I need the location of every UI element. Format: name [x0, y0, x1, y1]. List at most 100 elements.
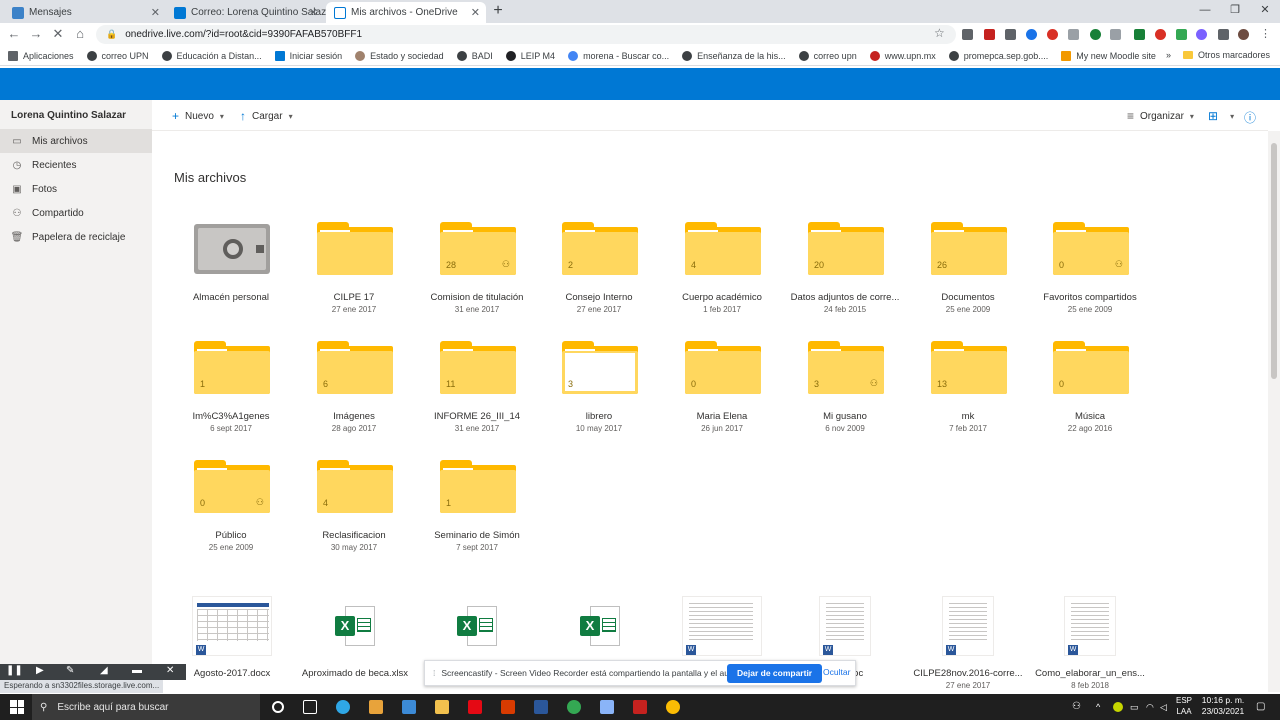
wifi-icon[interactable]: ◠: [1146, 700, 1160, 714]
puzzle-icon[interactable]: [1218, 29, 1229, 40]
chevron-up-icon[interactable]: ^: [1096, 700, 1110, 714]
bookmark-item[interactable]: correo UPN: [86, 50, 149, 61]
extension-icon[interactable]: [1005, 29, 1016, 40]
bookmark-item[interactable]: Estado y sociedad: [355, 50, 444, 61]
more-bookmarks-icon[interactable]: »: [1166, 50, 1171, 60]
stop-loading-icon[interactable]: ✕: [50, 26, 66, 42]
close-icon[interactable]: ✕: [166, 665, 174, 676]
extension-icon[interactable]: [1134, 29, 1145, 40]
upload-button[interactable]: ↑ Cargar ▾: [240, 109, 293, 123]
bookmark-item[interactable]: My new Moodle site: [1061, 50, 1156, 61]
extension-icon[interactable]: [1110, 29, 1121, 40]
bookmark-item[interactable]: correo upn: [798, 50, 857, 61]
bookmark-item[interactable]: Iniciar sesión: [274, 50, 342, 61]
other-bookmarks[interactable]: » Otros marcadores: [1166, 50, 1270, 60]
pause-icon[interactable]: ❚❚: [6, 665, 23, 676]
people-icon[interactable]: ⚇: [1072, 700, 1086, 714]
office-icon[interactable]: [501, 700, 515, 714]
view-switch-button[interactable]: ⊞ ▾: [1208, 109, 1234, 123]
back-icon[interactable]: ←: [6, 26, 22, 42]
camera-icon[interactable]: ▬: [132, 665, 142, 676]
notifications-icon[interactable]: ▢: [1256, 700, 1270, 714]
extension-icon[interactable]: [984, 29, 995, 40]
forward-icon[interactable]: →: [28, 26, 44, 42]
tab-mensajes[interactable]: Mensajes ✕: [4, 2, 166, 23]
file-thumbnail[interactable]: W: [682, 596, 762, 660]
bookmark-item[interactable]: morena - Buscar co...: [568, 50, 669, 61]
windows-start-icon[interactable]: [10, 700, 24, 714]
menu-icon[interactable]: ⋮: [1260, 29, 1271, 40]
outlook-favicon-icon: [174, 6, 186, 19]
extension-icon[interactable]: [1068, 29, 1079, 40]
acrobat-icon[interactable]: [633, 700, 647, 714]
close-icon[interactable]: ✕: [151, 6, 160, 19]
sidebar-item-compartido[interactable]: ⚇ Compartido: [0, 201, 152, 225]
window-close-button[interactable]: ✕: [1250, 0, 1280, 20]
volume-icon[interactable]: ◁: [1160, 700, 1174, 714]
tab-correo[interactable]: Correo: Lorena Quintino Salazar ✕: [166, 2, 335, 23]
play-icon[interactable]: ▶: [36, 665, 44, 676]
sort-button[interactable]: ≡ Organizar ▾: [1127, 109, 1194, 123]
bookmark-star-icon[interactable]: ☆: [934, 26, 945, 40]
cortana-icon[interactable]: [272, 701, 284, 713]
bookmark-item[interactable]: LEIP M4: [505, 50, 555, 61]
bookmark-item[interactable]: Enseñanza de la his...: [682, 50, 786, 61]
pen-icon[interactable]: ✎: [66, 665, 74, 676]
tab-onedrive[interactable]: Mis archivos - OneDrive ✕: [326, 2, 486, 23]
extension-icon[interactable]: [1090, 29, 1101, 40]
file-thumbnail[interactable]: W: [1050, 596, 1130, 660]
sidebar-item-recientes[interactable]: ◷ Recientes: [0, 153, 152, 177]
hide-button[interactable]: Ocultar: [823, 667, 850, 677]
drag-handle-icon[interactable]: ⁞: [433, 668, 435, 678]
battery-icon[interactable]: ▭: [1130, 700, 1144, 714]
adblock-icon[interactable]: [1047, 29, 1058, 40]
sidebar-item-fotos[interactable]: ▣ Fotos: [0, 177, 152, 201]
bookmark-item[interactable]: Aplicaciones: [8, 50, 74, 61]
app-icon[interactable]: [600, 700, 614, 714]
bookmark-item[interactable]: www.upn.mx: [869, 50, 936, 61]
file-thumbnail[interactable]: W: [192, 596, 272, 660]
close-icon[interactable]: ✕: [471, 6, 480, 19]
file-thumbnail[interactable]: X: [437, 596, 517, 660]
bookmark-item[interactable]: BADI: [456, 50, 493, 61]
extension-icon[interactable]: [1026, 29, 1037, 40]
word-icon[interactable]: [534, 700, 548, 714]
edge-icon[interactable]: [336, 700, 350, 714]
stop-sharing-button[interactable]: Dejar de compartir: [727, 664, 823, 683]
bookmark-item[interactable]: promepca.sep.gob....: [948, 50, 1048, 61]
scrollbar-thumb[interactable]: [1271, 143, 1277, 379]
file-thumbnail[interactable]: W: [805, 596, 885, 660]
mail-icon[interactable]: [402, 700, 416, 714]
extension-icon[interactable]: [1155, 29, 1166, 40]
extension-icon[interactable]: [1196, 29, 1207, 40]
restore-button[interactable]: ❐: [1220, 0, 1250, 20]
sidebar-item-mis-archivos[interactable]: ▭ Mis archivos: [0, 129, 152, 153]
store-icon[interactable]: [369, 700, 383, 714]
minimize-button[interactable]: —: [1190, 0, 1220, 20]
new-tab-button[interactable]: +: [488, 2, 508, 22]
task-view-icon[interactable]: [303, 700, 317, 714]
tray-icon[interactable]: [1113, 702, 1123, 712]
clock[interactable]: 10:16 p. m. 23/03/2021: [1200, 695, 1246, 717]
file-thumbnail[interactable]: X: [315, 596, 395, 660]
info-button[interactable]: ⓘ: [1244, 109, 1262, 126]
taskbar-search[interactable]: ⚲ Escribe aquí para buscar: [32, 694, 260, 720]
extension-icon[interactable]: [1176, 29, 1187, 40]
home-icon[interactable]: ⌂: [72, 26, 88, 42]
file-thumbnail[interactable]: W: [928, 596, 1008, 660]
close-icon[interactable]: ✕: [309, 6, 318, 19]
new-button[interactable]: + Nuevo ▾: [172, 109, 224, 123]
bookmark-item[interactable]: Educación a Distan...: [161, 50, 262, 61]
address-bar[interactable]: 🔒 onedrive.live.com/?id=root&cid=9390FAF…: [96, 25, 956, 44]
chrome-icon[interactable]: [567, 700, 581, 714]
file-thumbnail[interactable]: X: [560, 596, 640, 660]
extension-icon[interactable]: [962, 29, 973, 40]
chrome-icon[interactable]: [666, 700, 680, 714]
netflix-icon[interactable]: [468, 700, 482, 714]
language-indicator[interactable]: ESP LAA: [1176, 695, 1192, 717]
eraser-icon[interactable]: ◢: [100, 665, 108, 676]
sidebar-item-papelera[interactable]: 🗑 Papelera de reciclaje: [0, 225, 152, 249]
avatar[interactable]: [1238, 29, 1249, 40]
file-explorer-icon[interactable]: [435, 700, 449, 714]
scrollbar[interactable]: [1268, 131, 1280, 692]
